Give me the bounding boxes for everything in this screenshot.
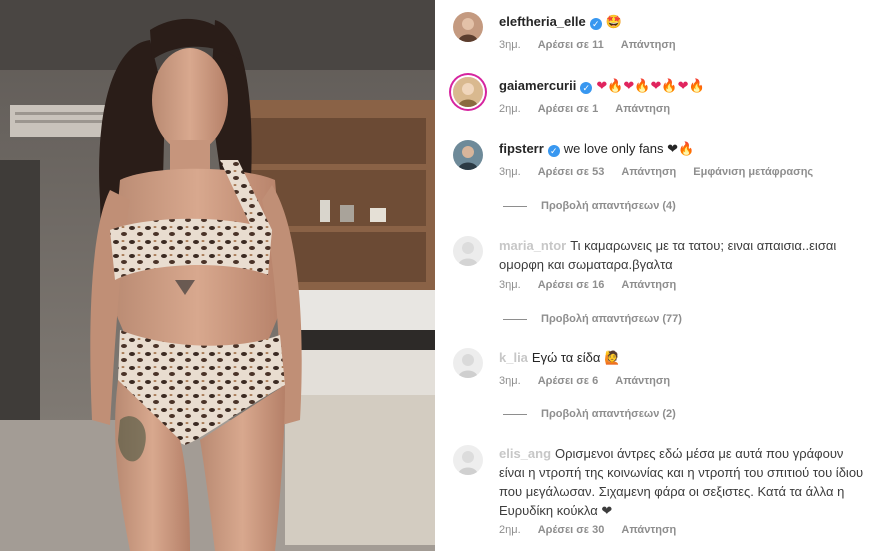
verified-badge-icon: ✓ — [547, 145, 560, 157]
view-replies-button[interactable]: Προβολή απαντήσεων (4) — [503, 200, 676, 212]
comment-meta: 2ημ. Αρέσει σε 30 Απάντηση — [499, 524, 690, 536]
user-avatar-icon — [453, 348, 483, 378]
reply-button[interactable]: Απάντηση — [621, 524, 676, 536]
divider-line — [503, 205, 527, 207]
comment-text: gaiamercurii ✓ ❤🔥❤🔥❤🔥❤🔥 — [499, 76, 868, 96]
comments-panel: eleftheria_elle ✓ 🤩 3ημ. Αρέσει σε 11 Απάν… — [437, 0, 880, 551]
comment-time: 3ημ. — [499, 279, 521, 291]
comment-likes[interactable]: Αρέσει σε 30 — [538, 524, 605, 536]
user-avatar-icon — [453, 140, 483, 170]
comment-body: Εγώ τα είδα 🙋 — [531, 350, 621, 365]
user-avatar-icon — [453, 445, 483, 475]
comment-body: Ορισμενοι άντρες εδώ μέσα με αυτά που γρ… — [499, 446, 864, 518]
comment-likes[interactable]: Αρέσει σε 1 — [538, 103, 599, 115]
comment-time: 3ημ. — [499, 375, 521, 387]
comment-text: fipsterr ✓ we love only fans ❤🔥 — [499, 139, 868, 158]
comment-text: maria_ntor Τι καμαρωνεις με τα τατου; ειν… — [499, 236, 868, 274]
comment-meta: 2ημ. Αρέσει σε 1 Απάντηση — [499, 103, 684, 115]
view-replies-button[interactable]: Προβολή απαντήσεων (2) — [503, 408, 676, 420]
comment-meta: 3ημ. Αρέσει σε 6 Απάντηση — [499, 375, 684, 387]
comment-time: 2ημ. — [499, 103, 521, 115]
divider-line — [503, 413, 527, 415]
comment-likes[interactable]: Αρέσει σε 53 — [538, 166, 605, 178]
comment-time: 3ημ. — [499, 166, 521, 178]
verified-badge-icon: ✓ — [580, 82, 593, 94]
avatar[interactable] — [453, 348, 483, 378]
user-avatar-icon — [453, 12, 483, 42]
comment-likes[interactable]: Αρέσει σε 11 — [538, 39, 604, 51]
avatar[interactable] — [453, 77, 483, 107]
reply-button[interactable]: Απάντηση — [621, 39, 676, 51]
translate-button[interactable]: Εμφάνιση μετάφρασης — [693, 166, 813, 178]
reply-button[interactable]: Απάντηση — [621, 166, 676, 178]
comment-username[interactable]: k_lia — [499, 350, 528, 365]
verified-badge-icon: ✓ — [589, 18, 602, 30]
comment-username[interactable]: eleftheria_elle — [499, 14, 586, 29]
reply-button[interactable]: Απάντηση — [621, 279, 676, 291]
comment-time: 3ημ. — [499, 39, 521, 51]
view-replies-label: Προβολή απαντήσεων (2) — [541, 408, 676, 420]
comment-meta: 3ημ. Αρέσει σε 11 Απάντηση — [499, 39, 690, 51]
view-replies-button[interactable]: Προβολή απαντήσεων (77) — [503, 313, 682, 325]
reply-button[interactable]: Απάντηση — [615, 103, 670, 115]
comment-likes[interactable]: Αρέσει σε 6 — [538, 375, 599, 387]
comment-username[interactable]: gaiamercurii — [499, 78, 576, 93]
comment-body: ❤🔥❤🔥❤🔥❤🔥 — [596, 79, 705, 94]
comment-username[interactable]: fipsterr — [499, 141, 544, 156]
divider-line — [503, 318, 527, 320]
avatar[interactable] — [453, 140, 483, 170]
avatar[interactable] — [453, 445, 483, 475]
view-replies-label: Προβολή απαντήσεων (77) — [541, 313, 682, 325]
comment-username[interactable]: maria_ntor — [499, 238, 566, 253]
user-avatar-icon — [453, 77, 483, 107]
media-photo — [0, 0, 435, 551]
post-media[interactable] — [0, 0, 435, 551]
avatar[interactable] — [453, 12, 483, 42]
comment-likes[interactable]: Αρέσει σε 16 — [538, 279, 605, 291]
comment-meta: 3ημ. Αρέσει σε 53 Απάντηση Εμφάνιση μετά… — [499, 166, 827, 178]
comment-text: eleftheria_elle ✓ 🤩 — [499, 12, 868, 32]
reply-button[interactable]: Απάντηση — [615, 375, 670, 387]
comment-body: we love only fans ❤🔥 — [563, 141, 695, 156]
comment-text: elis_ang Ορισμενοι άντρες εδώ μέσα με αυτ… — [499, 444, 868, 520]
comment-body: 🤩 — [605, 15, 622, 30]
avatar[interactable] — [453, 236, 483, 266]
user-avatar-icon — [453, 236, 483, 266]
comment-time: 2ημ. — [499, 524, 521, 536]
comment-username[interactable]: elis_ang — [499, 446, 551, 461]
comment-meta: 3ημ. Αρέσει σε 16 Απάντηση — [499, 279, 690, 291]
view-replies-label: Προβολή απαντήσεων (4) — [541, 200, 676, 212]
comment-text: k_lia Εγώ τα είδα 🙋 — [499, 348, 868, 367]
